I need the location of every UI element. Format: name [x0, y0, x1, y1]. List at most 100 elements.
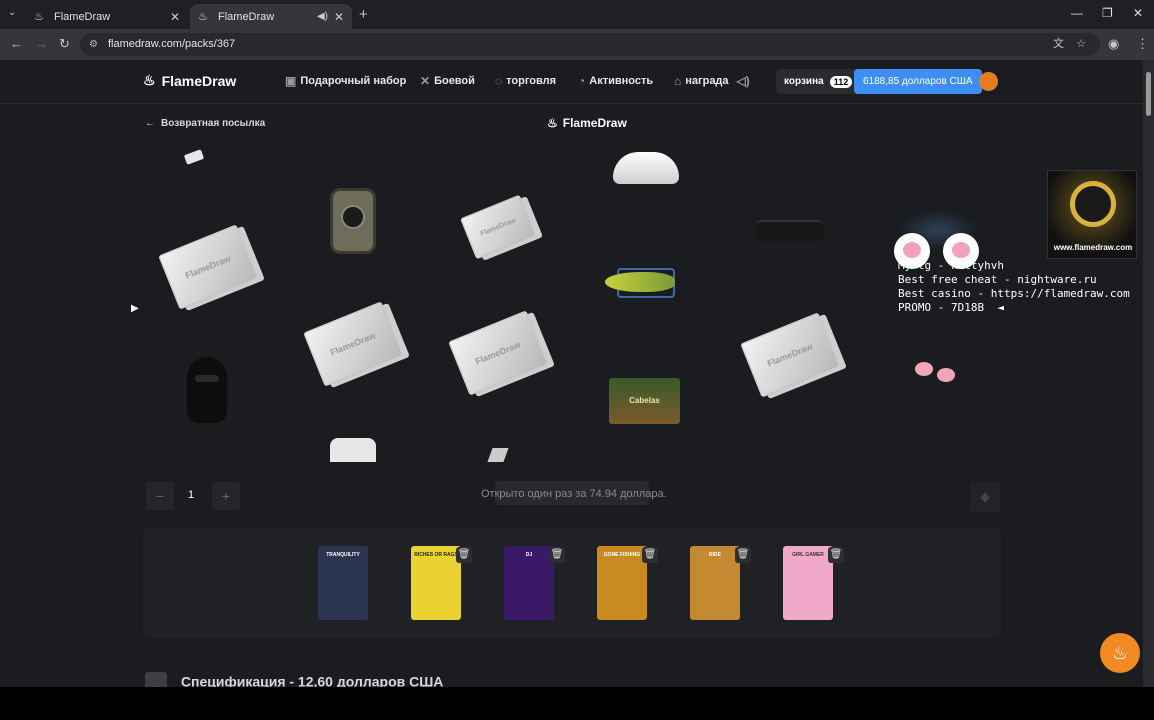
- nav-gift-set[interactable]: ▣ Подарочный набор: [285, 74, 406, 88]
- url-text: flamedraw.com/packs/367: [108, 38, 236, 50]
- pink-earrings-item: [915, 362, 959, 384]
- trash-icon[interactable]: 🗑: [549, 547, 565, 563]
- nav-trade[interactable]: ◌ торговля: [495, 74, 556, 88]
- site-info-icon[interactable]: ⚙: [89, 33, 98, 56]
- trash-icon[interactable]: 🗑: [456, 547, 472, 563]
- pack-art: GIRL GAMER: [783, 546, 833, 620]
- pack-card[interactable]: GONE FISHING 🗑: [580, 538, 666, 624]
- maximize-icon[interactable]: ❐: [1102, 6, 1113, 20]
- speaker-icon[interactable]: ◀︎): [317, 11, 328, 22]
- pack-art: RICHES OR RAGS: [411, 546, 461, 620]
- close-window-icon[interactable]: ✕: [1133, 6, 1143, 20]
- cart-label: корзина: [784, 76, 824, 87]
- pack-card[interactable]: GIRL GAMER 🗑: [766, 538, 852, 624]
- ticket-item: FlameDraw: [303, 301, 403, 387]
- activity-icon: ◔: [578, 74, 586, 88]
- fishing-lure-item: [605, 256, 687, 308]
- nav-label: Подарочный набор: [300, 75, 407, 87]
- center-logo: ♨ FlameDraw: [547, 116, 627, 130]
- quantity-value: 1: [188, 489, 195, 501]
- nav-label: торговля: [506, 75, 557, 87]
- watch-white-item: [330, 438, 376, 462]
- flame-logo-icon: ♨: [547, 116, 558, 130]
- reward-icon: ⌂: [674, 74, 682, 88]
- trade-icon: ◌: [495, 74, 503, 88]
- gift-card-item: Cabelas: [609, 378, 680, 424]
- next-pack-row[interactable]: Спецификация - 12,60 долларов США: [145, 672, 443, 687]
- nav-label: Активность: [589, 75, 654, 87]
- ticket-item: FlameDraw: [448, 310, 548, 396]
- minimize-icon[interactable]: —: [1071, 6, 1083, 20]
- trash-icon[interactable]: 🗑: [642, 547, 658, 563]
- pack-thumbnail: [145, 672, 167, 687]
- tab-title: FlameDraw: [218, 10, 275, 23]
- back-label: Возвратная посылка: [161, 118, 266, 129]
- pack-card[interactable]: RIDE 🗑: [673, 538, 759, 624]
- open-pack-button[interactable]: Открыто один раз за 74.94 доллара.: [481, 481, 667, 505]
- browser-tab-1[interactable]: ♨ FlameDraw ✕: [26, 4, 188, 29]
- trash-icon[interactable]: 🗑: [735, 547, 751, 563]
- address-bar[interactable]: ⚙ flamedraw.com/packs/367 文 ☆: [80, 33, 1100, 56]
- sneaker-item: [613, 152, 679, 184]
- page-scrollbar[interactable]: [1143, 60, 1154, 687]
- bottom-black-bar: [0, 687, 1154, 720]
- pack-art: GONE FISHING: [597, 546, 647, 620]
- scroll-thumb[interactable]: [1146, 72, 1151, 116]
- new-tab-icon[interactable]: +: [359, 6, 368, 23]
- ticket-item: FlameDraw: [460, 194, 536, 260]
- pack-card[interactable]: RICHES OR RAGS 🗑: [394, 538, 480, 624]
- nav-battle[interactable]: ✕ Боевой: [420, 74, 475, 88]
- ticket-item: FlameDraw: [158, 224, 258, 310]
- pack-art: TRANQUILITY: [318, 546, 368, 620]
- nav-label: награда: [685, 75, 729, 87]
- close-tab-icon[interactable]: ✕: [334, 10, 344, 24]
- gold-emblem-icon: [1070, 181, 1116, 227]
- reel-item: [183, 149, 205, 165]
- pack-art: DJ: [504, 546, 554, 620]
- site-logo[interactable]: ♨ FlameDraw: [143, 72, 236, 89]
- arrow-left-icon: ←: [145, 118, 155, 129]
- trash-icon[interactable]: 🗑: [828, 547, 844, 563]
- close-tab-icon[interactable]: ✕: [170, 10, 180, 24]
- pack-title: Спецификация - 12,60 долларов США: [180, 673, 444, 687]
- stream-overlay-text: My tg - kittyhvh Best free cheat - night…: [898, 259, 1130, 314]
- logo-text: FlameDraw: [161, 72, 237, 89]
- back-link[interactable]: ← Возвратная посылка: [145, 118, 265, 129]
- nav-label: Боевой: [434, 75, 475, 87]
- open-label: Открыто один раз за 74.94 доллара.: [481, 488, 667, 500]
- pack-card[interactable]: TRANQUILITY: [301, 538, 387, 624]
- menu-kebab-icon[interactable]: ⋮: [1136, 36, 1149, 52]
- nav-activity[interactable]: ◔ Активность: [578, 74, 653, 88]
- bookmark-star-icon[interactable]: ☆: [1076, 33, 1086, 56]
- stick-item: [487, 448, 509, 462]
- sound-icon[interactable]: ◁): [737, 74, 750, 88]
- reload-icon[interactable]: ↻: [59, 36, 70, 52]
- avatar[interactable]: [979, 72, 998, 91]
- balaclava-item: [187, 357, 227, 423]
- chat-support-button[interactable]: ♨: [1100, 633, 1140, 673]
- flame-icon: ♨: [34, 10, 44, 23]
- back-arrow-icon[interactable]: ←: [10, 36, 23, 51]
- ad-text: www.flamedraw.com: [1053, 243, 1133, 252]
- translate-icon[interactable]: 文: [1053, 33, 1064, 56]
- decrease-button[interactable]: −: [146, 482, 174, 510]
- forward-arrow-icon[interactable]: →: [35, 36, 48, 51]
- tab-title: FlameDraw: [54, 10, 111, 23]
- fast-open-icon[interactable]: ◆: [970, 482, 1000, 512]
- profile-icon[interactable]: ◉: [1108, 36, 1119, 52]
- increase-button[interactable]: +: [212, 482, 240, 510]
- cart-count-badge: 112: [829, 75, 853, 88]
- promo-ad-image[interactable]: www.flamedraw.com: [1047, 170, 1137, 259]
- flame-icon: ♨: [198, 10, 208, 23]
- selected-packs-panel: TRANQUILITY RICHES OR RAGS 🗑 DJ 🗑 GONE F…: [143, 528, 1001, 638]
- watch-item: [330, 188, 376, 254]
- pack-card[interactable]: DJ 🗑: [487, 538, 573, 624]
- browser-tab-2[interactable]: ♨ FlameDraw ◀︎) ✕: [190, 4, 352, 29]
- pack-art: RIDE: [690, 546, 740, 620]
- nav-reward[interactable]: ⌂ награда ◁): [674, 74, 750, 88]
- cart-button[interactable]: корзина 112: [776, 69, 861, 94]
- belt-item: [756, 220, 824, 242]
- tab-search-icon[interactable]: ⌄: [8, 7, 16, 18]
- flame-logo-icon: ♨: [143, 72, 156, 88]
- balance-button[interactable]: 6188,85 долларов США: [854, 69, 982, 94]
